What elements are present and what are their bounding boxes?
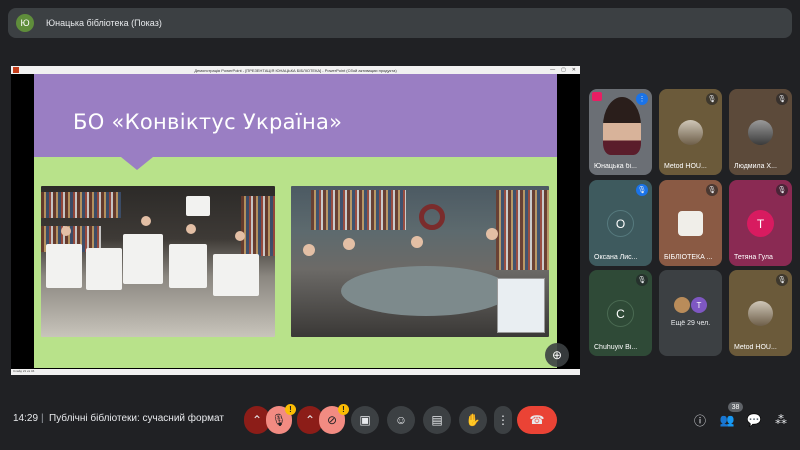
participant-avatar: C bbox=[607, 300, 634, 327]
mic-off-icon: 🎙 bbox=[271, 413, 287, 427]
participant-avatar bbox=[678, 120, 703, 145]
camera-off-icon: ⊘ bbox=[326, 413, 338, 427]
more-participants-label: Ещё 29 чел. bbox=[670, 320, 711, 327]
window-controls: — ▢ ✕ bbox=[550, 67, 576, 73]
participant-tile-2[interactable]: 🎙 Людмила Х... bbox=[729, 89, 792, 175]
photo-wreaths bbox=[291, 186, 549, 337]
slideshow-status: Слайд 21 из 46 bbox=[11, 369, 580, 375]
powerpoint-icon bbox=[13, 67, 19, 73]
hangup-icon: ☎ bbox=[529, 413, 545, 427]
participant-name: Metod HOU... bbox=[734, 344, 777, 351]
people-icon[interactable]: 👥 bbox=[718, 411, 736, 429]
speaking-icon: ⋮ bbox=[636, 93, 648, 105]
hangup-button[interactable]: ☎ bbox=[517, 406, 557, 434]
slide-header-notch bbox=[121, 157, 153, 170]
emoji-icon: ☺ bbox=[394, 413, 408, 427]
present-button[interactable]: ▣ bbox=[351, 406, 379, 434]
participant-name: Metod HOU... bbox=[664, 163, 707, 170]
info-icon[interactable]: ⓘ bbox=[691, 411, 709, 429]
captions-button[interactable]: ▤ bbox=[423, 406, 451, 434]
participant-avatar bbox=[748, 301, 773, 326]
live-icon bbox=[592, 92, 602, 101]
mic-off-icon: 🎙 bbox=[636, 184, 648, 196]
participant-name: Людмила Х... bbox=[734, 163, 777, 170]
presenter-avatar: Ю bbox=[16, 14, 34, 32]
library-logo bbox=[678, 211, 703, 236]
window-titlebar: Демонстрація PowerPoint - [ПРЕЗЕНТАЦІЯ Ю… bbox=[11, 66, 580, 74]
participant-name: Chuhuyiv Bi... bbox=[594, 344, 638, 351]
more-participants-tile[interactable]: Т Ещё 29 чел. bbox=[659, 270, 722, 356]
raise-hand-button[interactable]: ✋ bbox=[459, 406, 487, 434]
emoji-button[interactable]: ☺ bbox=[387, 406, 415, 434]
activities-icon[interactable]: ⁂ bbox=[772, 411, 790, 429]
mic-off-icon: 🎙 bbox=[776, 93, 788, 105]
mic-off-icon: 🎙 bbox=[706, 184, 718, 196]
participant-name: БІБЛІОТЕКА ... bbox=[664, 254, 713, 261]
present-icon: ▣ bbox=[359, 413, 371, 427]
photo-tshirts bbox=[41, 186, 275, 337]
participant-name: Тетяна Гула bbox=[734, 254, 773, 261]
participant-tile-6[interactable]: 🎙 C Chuhuyiv Bi... bbox=[589, 270, 652, 356]
zoom-icon[interactable]: ⊕ bbox=[545, 343, 569, 367]
participant-avatar: Т bbox=[747, 210, 774, 237]
mic-off-icon: 🎙 bbox=[776, 274, 788, 286]
meeting-top-bar: Ю Юнацька бібліотека (Показ) bbox=[8, 8, 792, 38]
separator: | bbox=[41, 413, 44, 424]
mic-off-icon: 🎙 bbox=[636, 274, 648, 286]
shared-screen: Демонстрація PowerPoint - [ПРЕЗЕНТАЦІЯ Ю… bbox=[11, 66, 580, 375]
clock: 14:29 bbox=[13, 413, 39, 424]
participant-name: Юнацька бі... bbox=[594, 163, 637, 170]
participant-name: Оксана Лис... bbox=[594, 254, 638, 261]
slide-title: БО «Конвіктус Україна» bbox=[73, 110, 343, 134]
participant-video bbox=[603, 97, 641, 155]
participant-avatar bbox=[748, 120, 773, 145]
participant-tile-3[interactable]: 🎙 О Оксана Лис... bbox=[589, 180, 652, 266]
participant-tile-8[interactable]: 🎙 Metod HOU... bbox=[729, 270, 792, 356]
chat-icon[interactable]: 💬 bbox=[745, 411, 763, 429]
participant-avatar: Т bbox=[691, 297, 707, 313]
participant-tile-5[interactable]: 🎙 Т Тетяна Гула bbox=[729, 180, 792, 266]
mic-off-icon: 🎙 bbox=[706, 93, 718, 105]
captions-icon: ▤ bbox=[431, 413, 443, 427]
mic-off-icon: 🎙 bbox=[776, 184, 788, 196]
presentation-title: Юнацька бібліотека (Показ) bbox=[46, 18, 162, 28]
participant-tile-4[interactable]: 🎙 БІБЛІОТЕКА ... bbox=[659, 180, 722, 266]
more-icon: ⋮ bbox=[497, 413, 509, 427]
warning-icon: ! bbox=[285, 404, 296, 415]
participant-avatar: О bbox=[607, 210, 634, 237]
meeting-title: Публічні бібліотеки: сучасний формат bbox=[49, 413, 224, 424]
slide: БО «Конвіктус Україна» bbox=[34, 74, 557, 368]
participant-avatar bbox=[674, 297, 690, 313]
participant-tile-1[interactable]: 🎙 Metod HOU... bbox=[659, 89, 722, 175]
more-options-button[interactable]: ⋮ bbox=[494, 406, 512, 434]
participant-tile-0[interactable]: ⋮ Юнацька бі... bbox=[589, 89, 652, 175]
raise-hand-icon: ✋ bbox=[465, 413, 481, 427]
warning-icon: ! bbox=[338, 404, 349, 415]
